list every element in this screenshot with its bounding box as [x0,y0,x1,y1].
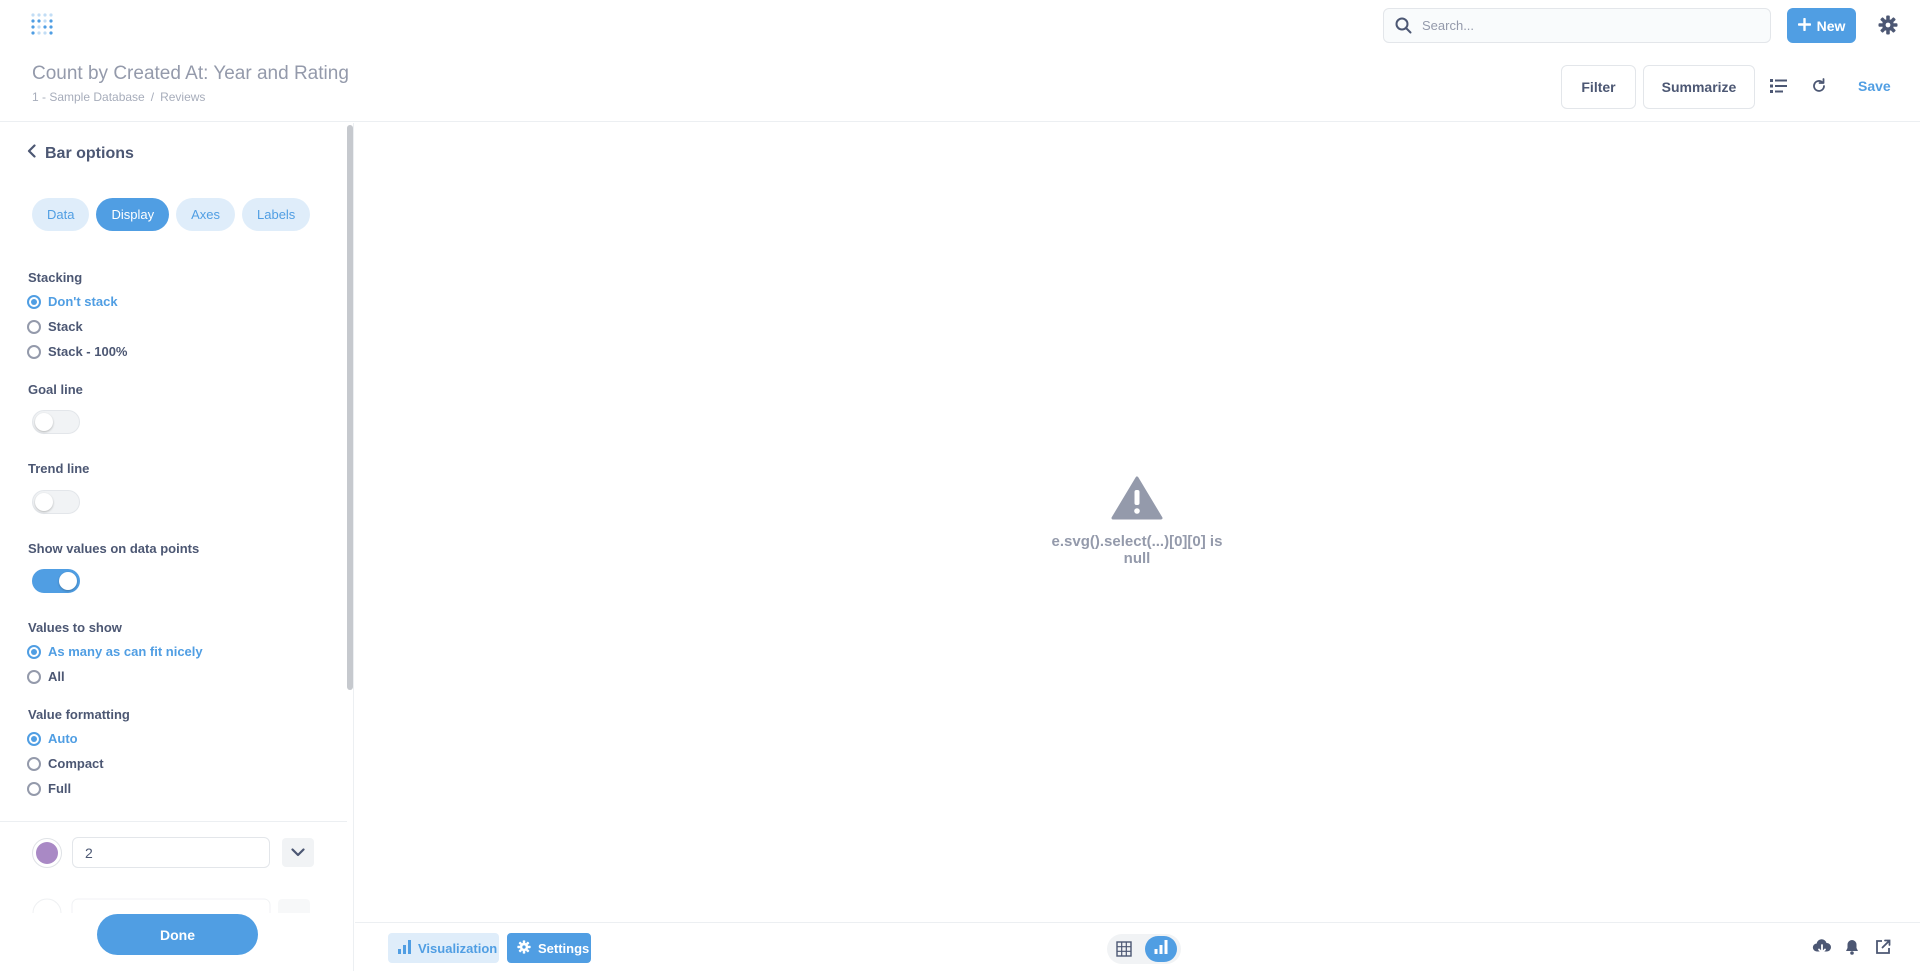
breadcrumb-separator: / [150,90,155,104]
radio-label: Full [48,781,72,796]
sidebar-heading: Bar options [45,144,134,162]
error-message: e.svg().select(...)[0][0] is null [1042,476,1232,567]
radio-circle [27,756,41,771]
visualization-button[interactable]: Visualization [388,933,499,963]
filter-button[interactable]: Filter [1561,65,1636,109]
trend-line-toggle[interactable] [32,490,80,514]
chart-settings-sidebar: Bar options Data Display Axes Labels Sta… [0,123,354,971]
values-to-show-label: Values to show [28,620,122,635]
toggle-knob [59,572,77,590]
bar-chart-icon [1154,939,1168,959]
sidebar-scrollbar[interactable] [347,125,353,690]
visualization-label: Visualization [418,940,498,956]
radio-label: As many as can fit nicely [48,644,203,659]
goal-line-label: Goal line [28,382,83,397]
series-name-input[interactable]: 2 [72,837,270,868]
goal-line-toggle[interactable] [32,410,80,434]
radio-stack-100[interactable]: Stack - 100% [27,344,128,359]
view-footer: Visualization Settings [355,922,1920,971]
bar-chart-icon [398,939,411,957]
search-bar[interactable] [1383,8,1771,43]
radio-label: Don't stack [48,294,118,309]
metabase-logo-icon[interactable] [30,12,56,38]
summarize-button[interactable]: Summarize [1643,65,1755,109]
tab-data[interactable]: Data [32,198,90,231]
breadcrumb: 1 - Sample Database / Reviews [32,90,205,104]
page-title[interactable]: Count by Created At: Year and Rating [32,63,349,85]
tab-display[interactable]: Display [96,198,170,231]
radio-circle [27,644,41,659]
done-button[interactable]: Done [97,914,258,955]
chevron-left-icon [26,144,37,163]
question-header: Count by Created At: Year and Rating 1 -… [0,50,1920,122]
top-nav: New [0,0,1920,50]
radio-circle [27,344,41,359]
save-button[interactable]: Save [1858,78,1891,94]
gear-icon[interactable] [1878,15,1898,40]
series-color-picker[interactable] [32,837,62,868]
warning-icon [1111,476,1163,524]
value-formatting-label: Value formatting [28,707,130,722]
radio-circle [27,319,41,334]
radio-dont-stack[interactable]: Don't stack [27,294,118,309]
table-icon[interactable] [1116,941,1132,962]
radio-label: Compact [48,756,104,771]
radio-label: Stack - 100% [48,344,128,359]
bell-icon[interactable] [1844,939,1860,960]
search-icon [1395,17,1412,39]
settings-label: Settings [538,940,590,956]
refresh-icon[interactable] [1811,78,1827,99]
radio-as-many-as-fit[interactable]: As many as can fit nicely [27,644,203,659]
trend-line-label: Trend line [28,461,90,476]
radio-circle [27,781,41,796]
show-values-label: Show values on data points [28,541,200,556]
notebook-icon[interactable] [1770,78,1787,99]
section-divider [0,821,347,822]
series-color-dot [36,841,58,864]
radio-compact[interactable]: Compact [27,756,104,771]
radio-full[interactable]: Full [27,781,71,796]
new-button[interactable]: New [1787,8,1856,43]
tab-labels[interactable]: Labels [242,198,311,231]
stacking-label: Stacking [28,270,83,285]
tab-axes[interactable]: Axes [176,198,235,231]
plus-icon [1797,17,1811,34]
new-button-label: New [1816,17,1846,34]
radio-circle [27,669,41,684]
toggle-knob [35,493,53,511]
gear-icon [517,939,531,957]
settings-tabs: Data Display Axes Labels [32,198,311,231]
breadcrumb-table[interactable]: Reviews [160,90,205,104]
search-input[interactable] [1422,9,1762,42]
radio-auto[interactable]: Auto [27,731,78,746]
next-series-row-partial [32,893,312,928]
radio-label: All [48,669,65,684]
series-expand-button[interactable] [282,838,314,867]
share-icon[interactable] [1875,939,1891,960]
error-text: e.svg().select(...)[0][0] is null [1051,533,1223,567]
sidebar-back-header[interactable]: Bar options [26,144,134,163]
radio-label: Stack [48,319,83,334]
toggle-knob [35,413,53,431]
chevron-down-icon [291,844,305,862]
radio-circle [27,294,41,309]
radio-stack[interactable]: Stack [27,319,83,334]
radio-all[interactable]: All [27,669,65,684]
show-values-toggle[interactable] [32,569,80,593]
download-icon[interactable] [1812,939,1832,960]
radio-circle [27,731,41,746]
view-toggle [1107,934,1181,964]
series-settings-row: 2 [32,837,314,868]
chart-view-toggle[interactable] [1145,936,1177,962]
radio-label: Auto [48,731,78,746]
breadcrumb-database[interactable]: 1 - Sample Database [32,90,145,104]
settings-button[interactable]: Settings [507,933,591,963]
